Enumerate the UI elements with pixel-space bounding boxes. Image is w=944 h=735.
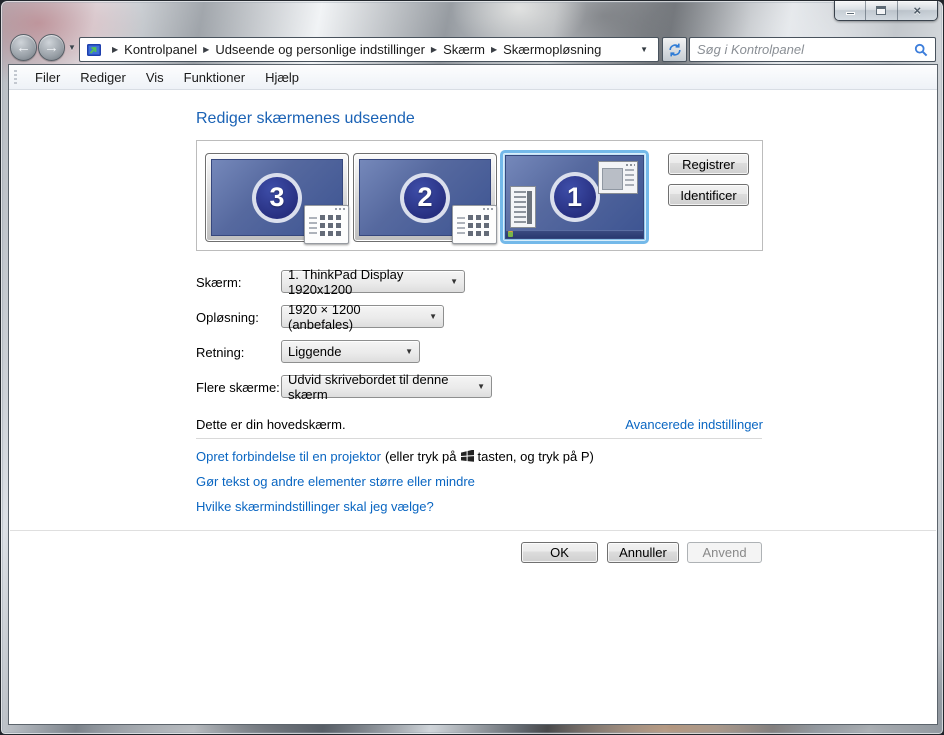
breadcrumb-item-skaermoplosning[interactable]: Skærmopløsning [503,42,601,57]
calculator-window-icon [452,205,497,244]
breadcrumb-separator-icon[interactable]: ▶ [431,45,437,54]
monitor-1-screen: 1 [505,155,644,239]
address-bar[interactable]: ▶ Kontrolpanel ▶ Udseende og personlige … [79,37,659,62]
monitor-3-preview[interactable]: 3 [205,153,349,244]
back-arrow-icon: ← [16,39,31,56]
multiple-displays-dropdown-value: Udvid skrivebordet til denne skærm [288,371,449,402]
section-divider [196,438,762,439]
monitor-3-screen: 3 [211,159,349,244]
which-settings-help-link[interactable]: Hvilke skærmindstillinger skal jeg vælge… [196,499,434,514]
ok-button[interactable]: OK [521,542,598,563]
menu-vis[interactable]: Vis [136,68,174,87]
breadcrumb-item-udseende[interactable]: Udseende og personlige indstillinger [215,42,425,57]
monitor-3-number-badge: 3 [252,172,302,223]
toolbar-grip [14,69,17,85]
monitor-1-number-badge: 1 [549,172,600,222]
connect-projector-link[interactable]: Opret forbindelse til en projektor [196,449,381,464]
apply-button-disabled: Anvend [687,542,762,563]
menu-funktioner[interactable]: Funktioner [174,68,255,87]
make-text-larger-link[interactable]: Gør tekst og andre elementer større elle… [196,474,475,489]
breadcrumb-separator-icon[interactable]: ▶ [203,45,209,54]
taskbar-strip [506,230,643,238]
minimize-button[interactable] [835,1,867,20]
display-dropdown-value: 1. ThinkPad Display 1920x1200 [288,266,404,297]
menu-hjaelp[interactable]: Hjælp [255,68,309,87]
chevron-down-icon: ▼ [429,312,437,321]
projector-hint-after: tasten, og tryk på P) [477,449,594,464]
start-orb-icon [508,232,513,237]
back-button[interactable]: ← [10,34,37,61]
monitor-2-screen: 2 [359,159,497,244]
windows-key-icon [460,450,474,462]
menu-bar: Filer Rediger Vis Funktioner Hjælp [9,65,937,90]
multiple-displays-label: Flere skærme: [196,380,280,395]
calculator-window-icon [304,205,349,244]
close-button[interactable]: × [897,1,937,20]
search-input[interactable] [697,42,914,57]
monitor-1-preview-selected[interactable]: 1 [500,150,649,244]
monitor-2-number-badge: 2 [400,172,450,223]
main-display-note: Dette er din hovedskærm. [196,417,346,432]
minimize-icon [845,12,855,15]
advanced-settings-link[interactable]: Avancerede indstillinger [625,417,763,432]
chevron-down-icon: ▼ [405,347,413,356]
display-dropdown[interactable]: 1. ThinkPad Display 1920x1200 ▼ [281,267,465,297]
window-body: Filer Rediger Vis Funktioner Hjælp Redig… [9,65,937,724]
close-icon: × [913,3,922,18]
refresh-icon [668,43,681,56]
detect-button[interactable]: Registrer [668,153,749,175]
app-window-icon [598,161,638,194]
document-window-icon [510,186,536,228]
breadcrumb-item-kontrolpanel[interactable]: Kontrolpanel [124,42,197,57]
forward-button[interactable]: → [38,34,65,61]
multiple-displays-dropdown[interactable]: Udvid skrivebordet til denne skærm ▼ [281,372,492,402]
menu-rediger[interactable]: Rediger [70,68,136,87]
cancel-button[interactable]: Annuller [607,542,679,563]
menu-filer[interactable]: Filer [25,68,70,87]
chevron-down-icon: ▼ [450,277,458,286]
orientation-dropdown-value: Liggende [288,344,342,359]
caption-button-group: × [834,1,938,21]
chevron-down-icon: ▼ [477,382,485,391]
forward-arrow-icon: → [44,39,59,56]
orientation-label: Retning: [196,345,245,360]
breadcrumb-separator-icon: ▶ [112,45,119,54]
maximize-button[interactable] [866,1,898,20]
resolution-label: Opløsning: [196,310,259,325]
address-dropdown-chevron-icon[interactable]: ▼ [634,45,654,54]
resolution-dropdown-value: 1920 × 1200 (anbefales) [288,301,361,332]
page-title: Rediger skærmenes udseende [196,110,415,127]
control-panel-icon [87,43,101,56]
screen-resolution-window: × ← → ▼ ▶ Kontrolpanel ▶ Udseende og per… [0,0,944,735]
main-display-row: Dette er din hovedskærm. Avancerede inds… [196,417,763,432]
resolution-dropdown[interactable]: 1920 × 1200 (anbefales) ▼ [281,302,444,332]
display-label: Skærm: [196,275,242,290]
breadcrumb-separator-icon[interactable]: ▶ [491,45,497,54]
maximize-icon [876,6,887,15]
monitor-2-preview[interactable]: 2 [353,153,497,244]
orientation-dropdown[interactable]: Liggende ▼ [281,340,420,363]
refresh-button[interactable] [662,37,687,62]
projector-row: Opret forbindelse til en projektor (elle… [196,449,594,464]
recent-pages-chevron-icon[interactable]: ▼ [68,43,76,52]
button-row-divider [10,530,936,531]
search-box [689,37,936,62]
search-icon[interactable] [914,43,928,57]
projector-hint-before: (eller tryk på [384,449,457,464]
breadcrumb-item-skaerm[interactable]: Skærm [443,42,485,57]
identify-button[interactable]: Identificer [668,184,749,206]
